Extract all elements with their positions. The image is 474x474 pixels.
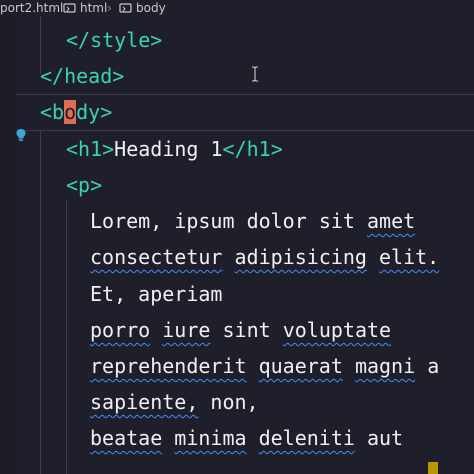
code-word: a: [427, 354, 440, 378]
code-line-style-close[interactable]: </style>: [66, 22, 162, 58]
scrollbar-marker: [428, 462, 438, 474]
code-word: dolor: [246, 209, 307, 233]
spellcheck-word: magni: [354, 354, 416, 378]
spellcheck-word: porro: [90, 318, 151, 342]
code-line-h1[interactable]: <h1>Heading 1</h1>: [66, 131, 283, 167]
editor-gutter: [0, 0, 16, 474]
code-word: Et,: [90, 282, 127, 306]
code-line-p-open[interactable]: <p>: [66, 167, 102, 203]
spellcheck-word: minima: [174, 426, 247, 450]
spellcheck-word: elit.: [379, 245, 440, 269]
code-line-body-open[interactable]: <body>: [40, 94, 112, 130]
code-word: non,: [210, 390, 259, 414]
breadcrumb-item-html[interactable]: html: [80, 0, 107, 16]
spellcheck-word: quaerat: [258, 354, 343, 378]
code-token: dy>: [76, 100, 113, 124]
code-word: sit: [318, 209, 355, 233]
code-token: </h1>: [222, 137, 283, 161]
code-token: <h1>: [66, 137, 115, 161]
code-line-head-close[interactable]: </head>: [40, 58, 124, 94]
code-word: Lorem,: [90, 209, 163, 233]
element-icon: [119, 3, 132, 13]
code-line-text[interactable]: sapiente, non,: [90, 384, 259, 420]
breadcrumb-item-body[interactable]: body: [136, 0, 166, 16]
indent-guide: [40, 130, 41, 474]
code-line-text[interactable]: reprehenderit quaerat magni a: [90, 348, 439, 384]
spellcheck-word: beatae: [90, 426, 163, 450]
breadcrumb-separator: ›: [107, 1, 112, 15]
code-word: aut: [366, 426, 404, 450]
breadcrumb: port2.html › html › body: [0, 0, 474, 16]
code-token: b: [52, 100, 65, 124]
lightbulb-icon[interactable]: [15, 128, 27, 142]
bracket-match-highlight: o: [64, 100, 77, 124]
code-line-text[interactable]: beatae minima deleniti aut: [90, 420, 403, 456]
code-token: Heading 1: [114, 137, 223, 161]
code-line-text[interactable]: Et, aperiam: [90, 276, 222, 312]
spellcheck-word: iure: [162, 318, 211, 342]
element-icon: [63, 3, 76, 13]
breadcrumb-separator: ›: [52, 1, 57, 15]
spellcheck-word: voluptate: [282, 318, 392, 342]
spellcheck-word: amet: [367, 209, 416, 233]
code-line-text[interactable]: consectetur adipisicing elit.: [90, 239, 439, 275]
spellcheck-word: adipisicing: [234, 245, 367, 269]
indent-guide: [66, 200, 67, 474]
code-word: ipsum: [174, 209, 235, 233]
spellcheck-word: consectetur: [90, 245, 223, 269]
code-line-text[interactable]: porro iure sint voluptate: [90, 312, 391, 348]
spellcheck-word: deleniti: [258, 426, 355, 450]
text-cursor-icon: [252, 66, 258, 82]
code-token: <: [40, 100, 53, 124]
code-line-text[interactable]: Lorem, ipsum dolor sit amet: [90, 203, 415, 239]
code-word: sint: [222, 318, 271, 342]
code-word: aperiam: [138, 282, 223, 306]
code-editor[interactable]: port2.html › html › body </style> </head…: [0, 0, 474, 474]
spellcheck-word: sapiente,: [90, 390, 199, 414]
spellcheck-word: reprehenderit: [90, 354, 247, 378]
